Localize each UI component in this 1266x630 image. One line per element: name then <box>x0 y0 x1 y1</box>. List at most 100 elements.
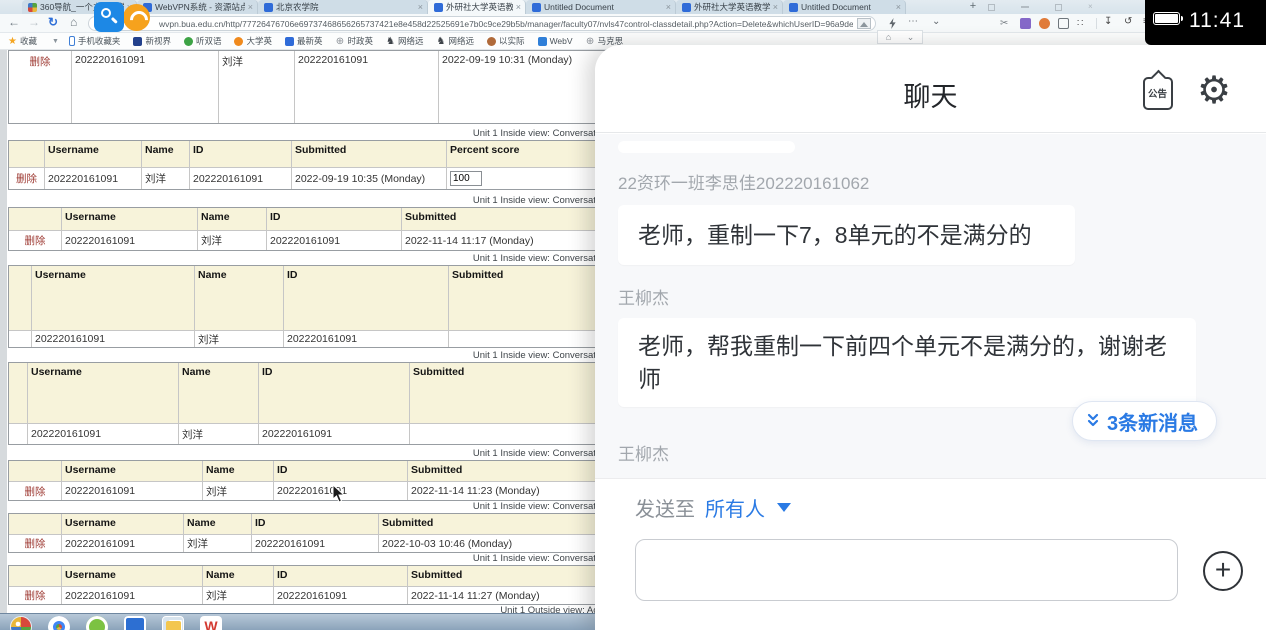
image-tool-icon[interactable] <box>857 18 871 29</box>
app-bookmark-icon <box>133 36 143 46</box>
bookmark-item[interactable]: 听双语 <box>183 35 221 47</box>
download-icon[interactable]: ↧ <box>1104 16 1112 27</box>
forward-icon[interactable]: → <box>28 15 40 29</box>
new-tab-button[interactable]: + <box>966 1 980 13</box>
table-row: 删除 202220161091 刘洋 202220161091 2022-10-03 1… <box>9 534 611 552</box>
folder-taskbar-icon[interactable] <box>162 616 184 630</box>
orange-extension-icon[interactable] <box>1039 18 1050 29</box>
bookmark-item[interactable]: ⊕ 时政英 <box>336 35 373 47</box>
tab-close-icon[interactable]: × <box>773 2 778 12</box>
favorites-caret-icon[interactable]: ▼ <box>52 38 59 45</box>
browser-tab[interactable]: Untitled Document × <box>526 0 676 14</box>
table-cell: ID <box>273 461 407 481</box>
bookmark-item[interactable]: 大学英 <box>234 35 272 47</box>
table-cell: 202220161091 <box>61 482 202 500</box>
tab-title: Untitled Document <box>801 2 871 12</box>
grid-extension-icon[interactable]: ∷ <box>1077 18 1088 29</box>
tab-close-icon[interactable]: × <box>248 2 253 12</box>
partial-message-bubble <box>618 141 795 153</box>
send-to-caret-icon[interactable] <box>777 503 791 512</box>
tab-favicon-icon <box>789 2 798 12</box>
favorites-label[interactable]: 收藏 <box>20 35 37 47</box>
bookmark-item[interactable]: 以实际 <box>487 35 525 47</box>
chat-bookmark-icon <box>537 36 547 46</box>
maximize-icon[interactable] <box>1055 3 1062 11</box>
table-cell: Username <box>27 363 178 423</box>
clock-time: 11:41 <box>1189 9 1245 32</box>
wps-taskbar-icon[interactable]: W <box>200 616 222 630</box>
table-cell: Name <box>202 566 273 586</box>
favorites-star-icon[interactable]: ★ <box>8 36 17 47</box>
table-cell: 202220161091 <box>27 424 178 444</box>
floating-search-app-icon[interactable] <box>94 2 124 32</box>
table-row: 删除 202220161091 刘洋 202220161091 2022-09-19 1… <box>9 51 611 123</box>
bookmark-item[interactable]: ♞ 网络远 <box>437 35 475 47</box>
home-signal-icon[interactable]: ⌂ <box>886 32 891 42</box>
settings-gear-icon[interactable]: ⚙ <box>1197 67 1231 115</box>
delete-link[interactable]: 删除 <box>25 588 46 603</box>
table-cell: 刘洋 <box>202 482 273 500</box>
minimize-icon[interactable] <box>1021 6 1029 8</box>
bookmark-item[interactable]: ♞ 网络远 <box>386 35 424 47</box>
delete-link[interactable]: 删除 <box>16 171 37 186</box>
table-cell <box>9 566 61 586</box>
new-messages-badge[interactable]: 3条新消息 <box>1072 401 1218 441</box>
purple-extension-icon[interactable] <box>1020 18 1031 29</box>
delete-link[interactable]: 删除 <box>30 54 51 69</box>
start-button[interactable] <box>10 616 32 630</box>
percent-score-input[interactable] <box>450 171 482 186</box>
table-cell: 202220161091 <box>71 51 218 123</box>
box-extension-icon[interactable] <box>1058 18 1069 29</box>
send-to-select[interactable]: 所有人 <box>705 493 765 522</box>
collapse-chevron-icon[interactable]: ⌄ <box>907 32 915 43</box>
delete-link[interactable]: 删除 <box>25 484 46 499</box>
lightning-icon[interactable] <box>889 18 896 29</box>
chat-header: 聊天 公告 ⚙ <box>595 45 1266 133</box>
browser-tab[interactable]: WebVPN系统 - 资源站点 × <box>137 0 258 14</box>
table-cell: Name <box>178 363 258 423</box>
knight-bookmark-icon: ♞ <box>386 35 395 47</box>
delete-link[interactable]: 删除 <box>25 233 46 248</box>
table-cell: 202220161091 <box>283 331 448 347</box>
table-cell: 删除 <box>9 231 61 250</box>
table-cell: ID <box>266 208 401 230</box>
bookmark-item[interactable]: 新视界 <box>133 35 171 47</box>
bookmark-item[interactable]: WebV <box>537 36 573 46</box>
close-icon[interactable]: × <box>1088 2 1093 12</box>
refresh-icon[interactable]: ↻ <box>48 15 58 29</box>
table-cell: Submitted <box>407 566 613 586</box>
chrome-taskbar-icon[interactable] <box>48 616 70 630</box>
grades-table: Username Name ID Submitted 202220161091 刘洋 202… <box>8 362 612 445</box>
floating-browser-app-icon[interactable] <box>123 4 150 31</box>
history-icon[interactable]: ↺ <box>1124 16 1132 27</box>
browser-tab[interactable]: 外研社大学英语教学管理平台× <box>676 0 783 14</box>
dropdown-chevron-icon[interactable]: ⌄ <box>932 16 940 27</box>
chat-message-input[interactable] <box>635 539 1178 601</box>
clip-extension-icon[interactable]: ✂ <box>1000 18 1011 29</box>
browser-tab[interactable]: 北京农学院 × <box>258 0 428 14</box>
back-icon[interactable]: ← <box>8 15 20 29</box>
delete-link[interactable]: 删除 <box>25 536 46 551</box>
browser-tab[interactable]: Untitled Document × <box>783 0 906 14</box>
tab-close-icon[interactable]: × <box>666 2 671 12</box>
tab-close-icon[interactable]: × <box>418 2 423 12</box>
announcement-button[interactable]: 公告 <box>1143 77 1173 110</box>
send-to-label: 发送至 <box>635 499 695 521</box>
chat-messages[interactable]: 22资环一班李思佳202220161062 老师，重制一下7，8单元的不是满分的… <box>595 134 1266 478</box>
home-icon[interactable]: ⌂ <box>70 15 77 29</box>
bookmark-item[interactable]: 手机收藏夹 <box>68 35 120 47</box>
browser-tab[interactable]: 外研社大学英语教学管理平台× <box>428 0 526 14</box>
table-cell: Name <box>183 514 251 534</box>
more-actions-icon[interactable]: ⋯ <box>908 16 918 27</box>
blue-app-taskbar-icon[interactable] <box>124 616 146 630</box>
url-bar[interactable]: wvpn.bua.edu.cn/http/77726476706e6973746… <box>88 16 876 31</box>
tab-close-icon[interactable]: × <box>896 2 901 12</box>
browser360-taskbar-icon[interactable] <box>86 616 108 630</box>
restore-icon[interactable] <box>988 3 995 11</box>
table-cell: 删除 <box>9 482 61 500</box>
table-cell: 202220161091 <box>61 587 202 604</box>
table-cell: Username <box>31 266 194 330</box>
attach-plus-button[interactable]: + <box>1203 551 1243 591</box>
bookmark-item[interactable]: 最新英 <box>284 35 323 47</box>
tab-close-icon[interactable]: × <box>516 2 521 12</box>
